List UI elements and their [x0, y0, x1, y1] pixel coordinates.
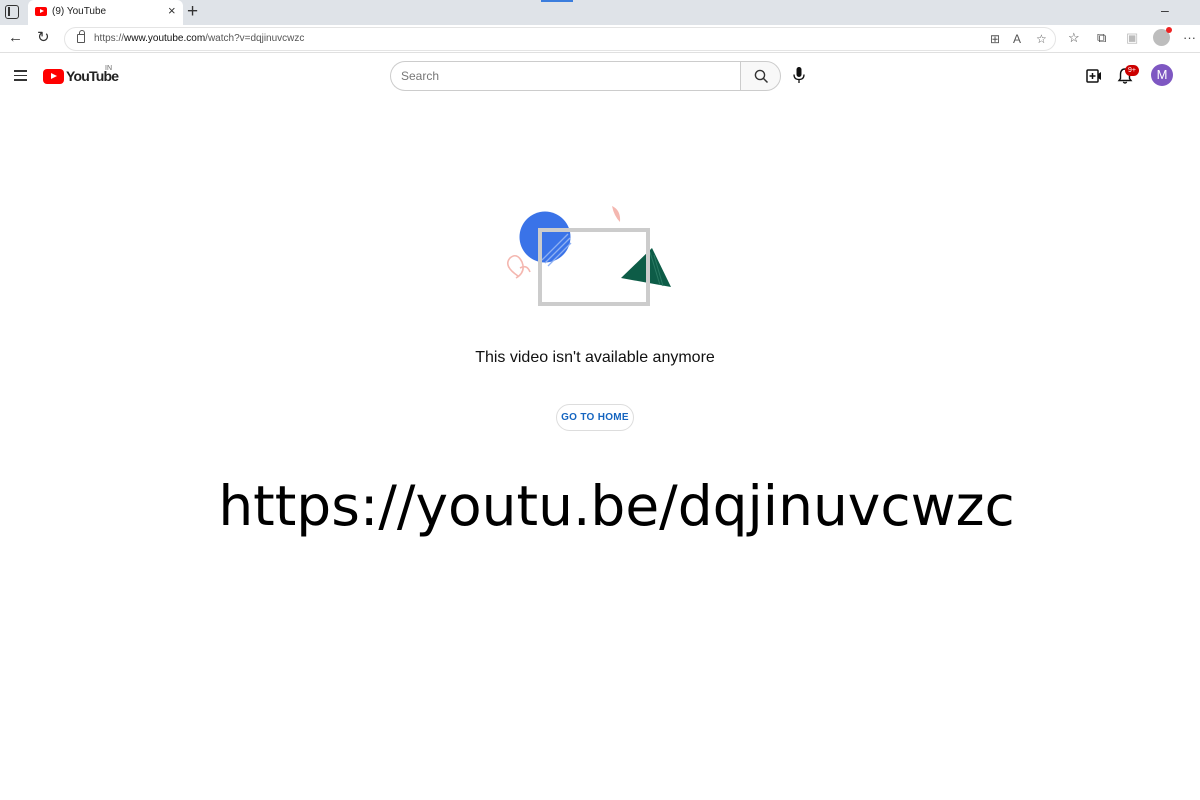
browser-profile-icon[interactable]	[1153, 27, 1172, 46]
browser-tab[interactable]: (9) YouTube ×	[28, 0, 183, 25]
url-text[interactable]: https://www.youtube.com/watch?v=dqjinuvc…	[94, 33, 304, 44]
tab-strip-indicator	[541, 0, 573, 2]
microphone-icon[interactable]	[791, 66, 807, 86]
app-available-icon[interactable]: ⊞	[990, 32, 1000, 46]
country-code: IN	[105, 65, 112, 72]
search-button[interactable]	[740, 61, 781, 91]
create-video-icon[interactable]	[1086, 69, 1102, 83]
menu-icon[interactable]	[14, 70, 27, 81]
address-bar[interactable]: https://www.youtube.com/watch?v=dqjinuvc…	[64, 27, 1056, 51]
browser-toolbar: ← ↻ https://www.youtube.com/watch?v=dqji…	[0, 25, 1200, 53]
browser-tabstrip: (9) YouTube × + –	[0, 0, 1200, 25]
youtube-favicon-icon	[35, 7, 47, 16]
reload-icon[interactable]: ↻	[37, 29, 50, 47]
tab-actions-icon[interactable]	[5, 5, 19, 19]
youtube-logo[interactable]: YouTube IN	[43, 65, 123, 89]
go-to-home-button[interactable]: GO TO HOME	[556, 404, 634, 431]
minimize-button[interactable]: –	[1161, 2, 1169, 18]
new-tab-button[interactable]: +	[187, 1, 198, 23]
unavailable-video-illustration	[507, 206, 671, 306]
overlay-url-text: https://youtu.be/dqjinuvcwzc	[218, 474, 1015, 538]
search-box	[390, 61, 741, 91]
tab-close-button[interactable]: ×	[168, 4, 176, 18]
error-message: This video isn't available anymore	[475, 349, 715, 366]
collections-icon[interactable]: ⧉	[1097, 30, 1106, 46]
favorites-icon[interactable]: ☆	[1068, 30, 1080, 46]
tab-title: (9) YouTube	[52, 6, 107, 17]
youtube-masthead: YouTube IN 9+ M	[0, 53, 1200, 99]
youtube-play-icon	[43, 69, 64, 84]
avatar[interactable]: M	[1151, 64, 1173, 86]
search-icon	[754, 69, 769, 84]
extensions-icon[interactable]: ▣	[1126, 30, 1138, 46]
lock-icon[interactable]	[77, 30, 85, 43]
add-favorite-icon[interactable]: ☆	[1036, 32, 1047, 46]
more-options-icon[interactable]: ···	[1183, 30, 1196, 46]
read-aloud-icon[interactable]: A	[1013, 32, 1021, 46]
search-input[interactable]	[401, 68, 721, 84]
notification-badge: 9+	[1125, 65, 1139, 76]
back-arrow-icon[interactable]: ←	[8, 29, 23, 47]
